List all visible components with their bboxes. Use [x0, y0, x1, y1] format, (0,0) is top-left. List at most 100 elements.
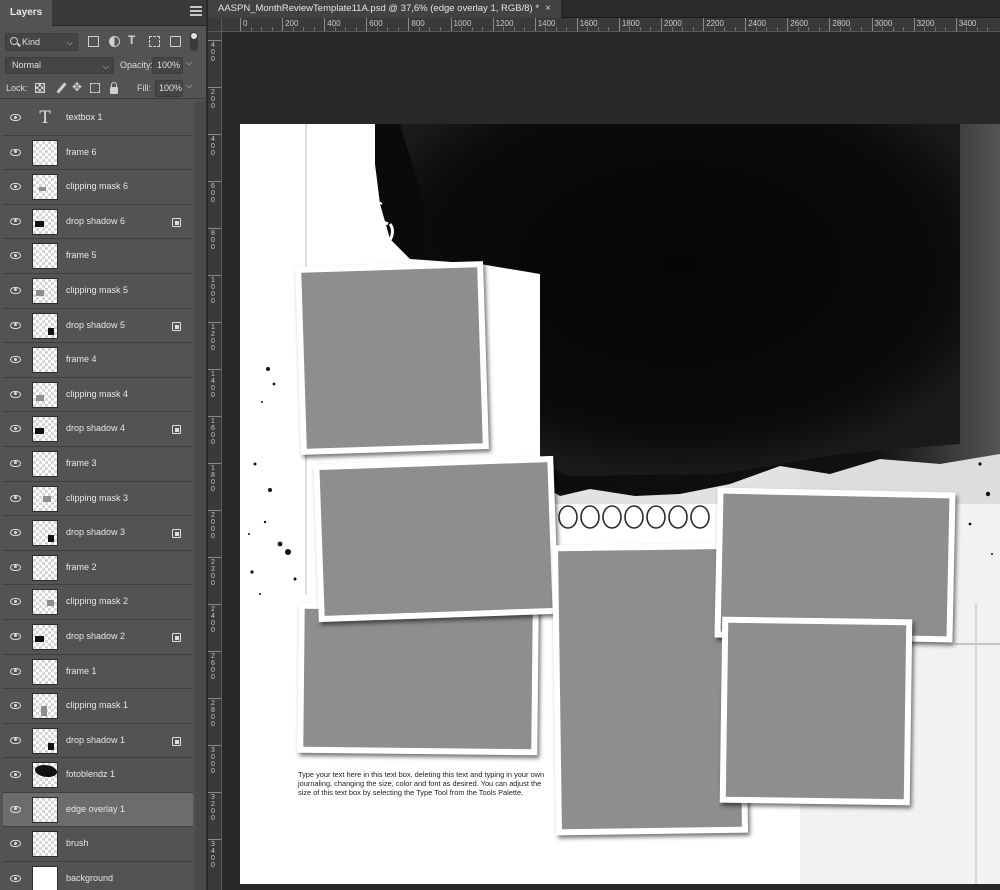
visibility-eye-icon[interactable]	[10, 632, 21, 640]
layer-row[interactable]: drop shadow 3	[3, 516, 193, 551]
layer-name[interactable]: background	[66, 873, 113, 883]
visibility-eye-icon[interactable]	[10, 563, 21, 571]
visibility-eye-icon[interactable]	[10, 875, 21, 883]
visibility-eye-icon[interactable]	[10, 736, 21, 744]
photo-frame-3[interactable]	[313, 455, 559, 623]
horizontal-ruler[interactable]: 0 200 400 600 800 1000 1200 1400 1600 1800 2000 220…	[222, 18, 1000, 32]
layer-row[interactable]: clipping mask 4	[3, 377, 193, 413]
layer-row[interactable]: frame 5	[3, 239, 193, 274]
visibility-eye-icon[interactable]	[10, 390, 21, 398]
visibility-eye-icon[interactable]	[10, 494, 21, 502]
layer-row[interactable]: clipping mask 6	[3, 170, 193, 205]
layers-tab[interactable]: Layers	[0, 0, 53, 26]
layer-name[interactable]: frame 4	[66, 354, 97, 364]
visibility-eye-icon[interactable]	[10, 459, 21, 467]
visibility-eye-icon[interactable]	[10, 805, 21, 813]
panel-menu-icon[interactable]	[190, 6, 202, 18]
layer-row[interactable]: clipping mask 1	[3, 689, 193, 724]
visibility-eye-icon[interactable]	[10, 667, 21, 675]
layer-name[interactable]: drop shadow 5	[66, 320, 125, 330]
lock-image-pixels-icon[interactable]	[56, 82, 67, 94]
layer-row[interactable]: clipping mask 5	[3, 273, 193, 309]
layer-name[interactable]: brush	[66, 838, 89, 848]
layer-row[interactable]: drop shadow 1	[3, 723, 193, 759]
opacity-input[interactable]: 100%	[152, 57, 183, 74]
lock-artboard-icon[interactable]	[90, 83, 100, 93]
visibility-eye-icon[interactable]	[10, 148, 21, 156]
layer-list-scrollbar[interactable]	[195, 101, 206, 890]
layer-row[interactable]: clipping mask 3	[3, 481, 193, 517]
visibility-eye-icon[interactable]	[10, 529, 21, 537]
lock-transparent-pixels-icon[interactable]	[35, 83, 45, 93]
visibility-eye-icon[interactable]	[10, 286, 21, 294]
layer-name[interactable]: frame 6	[66, 147, 97, 157]
fill-input[interactable]: 100%	[155, 80, 183, 97]
layer-name[interactable]: clipping mask 5	[66, 285, 128, 295]
layer-row[interactable]: clipping mask 2	[3, 585, 193, 620]
filter-shape-icon[interactable]	[149, 36, 160, 47]
layer-name[interactable]: frame 2	[66, 562, 97, 572]
layer-name[interactable]: clipping mask 3	[66, 493, 128, 503]
opacity-chevron-icon[interactable]: ⌵	[186, 58, 192, 68]
layer-name[interactable]: drop shadow 2	[66, 631, 125, 641]
layer-row[interactable]: edge overlay 1	[3, 792, 193, 828]
layer-name[interactable]: clipping mask 6	[66, 181, 128, 191]
layer-name[interactable]: drop shadow 1	[66, 735, 125, 745]
layer-name[interactable]: drop shadow 4	[66, 423, 125, 433]
layer-name[interactable]: fotoblendz 1	[66, 769, 115, 779]
layer-row[interactable]: drop shadow 5	[3, 308, 193, 344]
layer-row[interactable]: frame 6	[3, 135, 193, 171]
blend-mode-select[interactable]: Normal ⌵	[5, 57, 114, 74]
layer-row[interactable]: drop shadow 6	[3, 204, 193, 240]
photo-frame-1[interactable]	[295, 261, 489, 455]
ruler-origin[interactable]	[208, 18, 222, 32]
layer-row[interactable]: fotoblendz 1	[3, 758, 193, 793]
visibility-eye-icon[interactable]	[10, 183, 21, 191]
visibility-eye-icon[interactable]	[10, 840, 21, 848]
photo-frame-6[interactable]	[719, 616, 913, 806]
lock-position-icon[interactable]: ✥	[72, 80, 84, 94]
filter-adjustment-icon[interactable]	[109, 36, 120, 47]
vertical-ruler[interactable]: 4 0 0 2 0 0 4 0 0 6 0 0 8 0 0 1 0 0 0 1 2 0 0 1…	[208, 32, 222, 890]
visibility-eye-icon[interactable]	[10, 114, 21, 121]
visibility-eye-icon[interactable]	[10, 425, 21, 433]
layer-name[interactable]: clipping mask 2	[66, 596, 128, 606]
filter-type-icon[interactable]: T	[128, 34, 139, 46]
layer-name[interactable]: clipping mask 1	[66, 700, 128, 710]
visibility-eye-icon[interactable]	[10, 252, 21, 260]
filter-kind-select[interactable]: Kind ⌵	[5, 33, 78, 51]
layer-row[interactable]: background	[3, 862, 193, 890]
layer-name[interactable]: textbox 1	[66, 112, 103, 122]
layer-name[interactable]: frame 3	[66, 458, 97, 468]
layer-name[interactable]: drop shadow 6	[66, 216, 125, 226]
filter-pixel-icon[interactable]	[88, 36, 99, 47]
layer-name[interactable]: edge overlay 1	[66, 804, 125, 814]
visibility-eye-icon[interactable]	[10, 702, 21, 710]
layer-row[interactable]: frame 4	[3, 343, 193, 378]
layer-row[interactable]: brush	[3, 827, 193, 863]
journaling-text-box[interactable]: Type your text here in this text box, de…	[298, 770, 548, 797]
visibility-eye-icon[interactable]	[10, 321, 21, 329]
layer-name[interactable]: frame 1	[66, 666, 97, 676]
filter-smart-object-icon[interactable]	[170, 36, 181, 47]
layer-row[interactable]: drop shadow 4	[3, 412, 193, 447]
fill-chevron-icon[interactable]: ⌵	[186, 81, 192, 91]
visibility-eye-icon[interactable]	[10, 217, 21, 225]
close-icon[interactable]: ×	[545, 3, 551, 14]
document-tab[interactable]: AASPN_MonthReviewTemplate11A.psd @ 37,6%…	[208, 0, 561, 18]
visibility-eye-icon[interactable]	[10, 598, 21, 606]
lock-all-icon[interactable]	[110, 82, 118, 94]
visibility-eye-icon[interactable]	[10, 771, 21, 779]
layer-row[interactable]: frame 3	[3, 446, 193, 482]
layer-row[interactable]: drop shadow 2	[3, 619, 193, 655]
layer-name[interactable]: frame 5	[66, 250, 97, 260]
filter-toggle[interactable]	[190, 32, 198, 51]
visibility-eye-icon[interactable]	[10, 356, 21, 364]
layer-row[interactable]: frame 2	[3, 550, 193, 586]
photo-frame-2[interactable]	[297, 602, 539, 756]
document-canvas[interactable]: Type your text here in this text box, de…	[240, 124, 1000, 884]
layer-name[interactable]: drop shadow 3	[66, 527, 125, 537]
layer-row[interactable]: frame 1	[3, 654, 193, 690]
layer-name[interactable]: clipping mask 4	[66, 389, 128, 399]
layer-row[interactable]: Ttextbox 1	[3, 101, 193, 136]
